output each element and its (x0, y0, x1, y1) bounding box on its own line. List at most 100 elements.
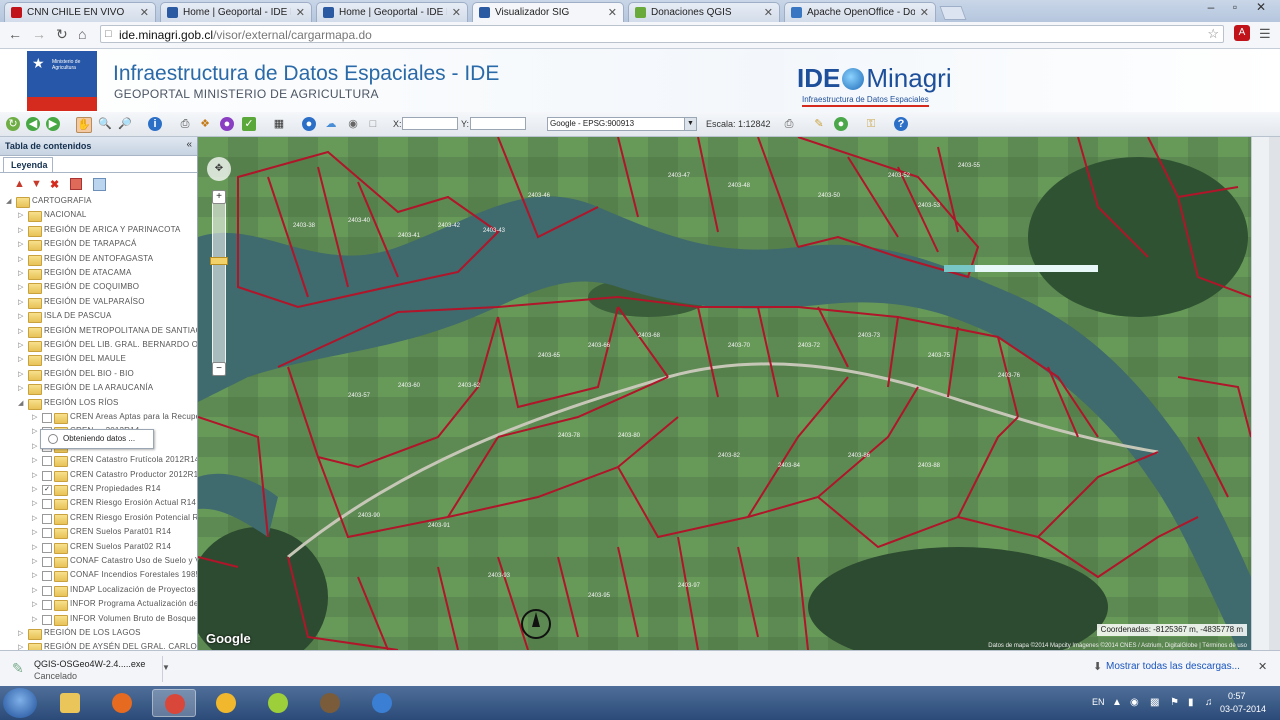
expand-arrow-icon[interactable]: ▷ (32, 557, 37, 565)
expand-arrow-icon[interactable]: ▷ (32, 571, 37, 579)
layer-checkbox[interactable] (42, 413, 52, 423)
refresh-map-icon[interactable]: ↻ (6, 117, 20, 131)
tree-folder-item[interactable]: ▷ REGIÓN DE VALPARAÍSO (0, 296, 197, 310)
expand-arrow-icon[interactable]: ▷ (32, 615, 37, 623)
tree-layer-item[interactable]: ▷ CREN Areas Aptas para la Recuperación (0, 411, 197, 425)
close-icon[interactable]: ✕ (1258, 660, 1267, 673)
zoom-slider[interactable] (212, 193, 226, 375)
tree-layer-item[interactable]: ▷ CREN Catastro Productor 2012R14 (0, 469, 197, 483)
new-tab-button[interactable] (939, 6, 967, 20)
home-icon[interactable]: ⌂ (78, 26, 86, 42)
tree-layer-item[interactable]: ▷ CREN Suelos Parat01 R14 (0, 526, 197, 540)
tray-network-icon[interactable]: ▩ (1150, 697, 1159, 708)
tree-folder-item[interactable]: ▷ REGIÓN DE LOS LAGOS (0, 627, 197, 641)
layer-checkbox[interactable] (42, 456, 52, 466)
marker-icon[interactable]: ● (220, 117, 234, 131)
download-item[interactable]: ✎ QGIS-OSGeo4W-2.4.....exe Cancelado ▼ (4, 656, 170, 682)
browser-tab[interactable]: Donaciones QGIS ✕ (628, 2, 780, 22)
flag-icon[interactable]: ⚑ (1170, 697, 1179, 708)
zoom-out-button[interactable]: − (212, 362, 226, 376)
network-icon[interactable]: ▮ (1188, 697, 1194, 708)
tab-close-icon[interactable]: ✕ (452, 6, 461, 19)
expand-arrow-icon[interactable]: ▷ (32, 427, 37, 435)
tree-folder-item[interactable]: ▷ ISLA DE PASCUA (0, 310, 197, 324)
taskbar-explorer-button[interactable] (48, 689, 92, 717)
tree-folder-item[interactable]: ▷ REGIÓN DEL LIB. GRAL. BERNARDO O'HIGGIN… (0, 339, 197, 353)
tree-folder-item[interactable]: ▷ REGIÓN DEL MAULE (0, 353, 197, 367)
tree-folder-item[interactable]: ▷ REGIÓN DE ATACAMA (0, 267, 197, 281)
print-tool-icon[interactable]: ⎙ (178, 117, 192, 131)
taskbar-paint-button[interactable] (204, 689, 248, 717)
tree-layer-item[interactable]: ▷ CREN Catastro Frutícola 2012R14 (0, 454, 197, 468)
layer-checkbox[interactable] (42, 471, 52, 481)
expand-arrow-icon[interactable]: ▷ (32, 413, 37, 421)
expand-arrow-icon[interactable]: ▷ (32, 471, 37, 479)
expand-arrow-icon[interactable]: ▷ (32, 528, 37, 536)
tab-close-icon[interactable]: ✕ (920, 6, 929, 19)
language-indicator[interactable]: EN (1092, 697, 1105, 707)
collapse-arrow-icon[interactable]: ◢ (6, 197, 11, 205)
browser-tab[interactable]: Home | Geoportal - IDE M ✕ (316, 2, 468, 22)
menu-icon[interactable]: ☰ (1259, 26, 1271, 42)
tree-folder-item[interactable]: ▷ REGIÓN DE LA ARAUCANÍA (0, 382, 197, 396)
tree-layer-item[interactable]: ▷ CONAF Incendios Forestales 1985 (0, 569, 197, 583)
ministry-logo[interactable]: ★ Ministerio de Agricultura (27, 51, 97, 111)
map-viewport[interactable]: 2403-38 2403-40 2403-41 2403-42 2403-43 2403-… (198, 137, 1251, 650)
tree-folder-item[interactable]: ▷ REGIÓN DE TARAPACÁ (0, 238, 197, 252)
taskbar-firefox-button[interactable] (100, 689, 144, 717)
expand-arrow-icon[interactable]: ▷ (18, 312, 23, 320)
zoom-out-tool-icon[interactable]: 🔎 (118, 117, 132, 131)
page-scrollbar[interactable] (1251, 137, 1269, 650)
clear-icon[interactable] (70, 178, 82, 190)
expand-arrow-icon[interactable]: ▷ (18, 240, 23, 248)
tree-folder-item[interactable]: ▷ REGIÓN DE AYSÉN DEL GRAL. CARLOS IBÁÑEZ (0, 641, 197, 650)
tab-close-icon[interactable]: ✕ (764, 6, 773, 19)
chevron-down-icon[interactable]: ▼ (162, 663, 170, 672)
edit-icon[interactable]: ✎ (812, 117, 826, 131)
tree-folder-item[interactable]: ▷ REGIÓN DE COQUIMBO (0, 281, 197, 295)
earth-icon[interactable]: ● (834, 117, 848, 131)
measure-icon[interactable]: ❖ (198, 117, 212, 131)
zoom-in-tool-icon[interactable]: 🔍 (98, 117, 112, 131)
document-icon[interactable]: □ (366, 117, 380, 131)
expand-arrow-icon[interactable]: ▷ (32, 485, 37, 493)
tree-folder-item[interactable]: ▷ REGIÓN METROPOLITANA DE SANTIAGO (0, 325, 197, 339)
info-icon[interactable]: i (148, 117, 162, 131)
tree-folder-item[interactable]: ◢ REGIÓN LOS RÍOS (0, 397, 197, 411)
back-icon[interactable]: ← (8, 26, 22, 42)
move-up-icon[interactable]: ▲ (14, 178, 25, 190)
tray-app-icon[interactable]: ◉ (1130, 697, 1139, 708)
next-view-icon[interactable]: ▶ (46, 117, 60, 131)
tree-root[interactable]: ◢ CARTOGRAFIA (0, 195, 197, 209)
browser-tab[interactable]: CNN CHILE EN VIVO ✕ (4, 2, 156, 22)
layer-checkbox[interactable] (42, 615, 52, 625)
tree-folder-item[interactable]: ▷ NACIONAL (0, 209, 197, 223)
expand-arrow-icon[interactable]: ▷ (18, 283, 23, 291)
map-canvas[interactable]: 2403-38 2403-40 2403-41 2403-42 2403-43 2403-… (198, 137, 1251, 650)
clock-date[interactable]: 03-07-2014 (1220, 704, 1266, 714)
volume-icon[interactable]: ♫ (1205, 697, 1213, 708)
window-maximize-button[interactable]: ▫ (1224, 0, 1246, 18)
tray-arrow-icon[interactable]: ▲ (1112, 697, 1122, 708)
layer-checkbox[interactable] (42, 528, 52, 538)
previous-view-icon[interactable]: ◀ (26, 117, 40, 131)
expand-arrow-icon[interactable]: ▷ (32, 499, 37, 507)
layers-icon[interactable]: ☁ (324, 117, 338, 131)
tab-close-icon[interactable]: ✕ (296, 6, 305, 19)
collapse-icon[interactable]: « (186, 139, 192, 150)
tab-close-icon[interactable]: ✕ (140, 6, 149, 19)
layer-checkbox[interactable] (42, 514, 52, 524)
expand-arrow-icon[interactable]: ▷ (32, 543, 37, 551)
key-icon[interactable]: ⚿ (864, 117, 878, 131)
extension-icon[interactable]: A (1234, 25, 1250, 41)
globe-tool-icon[interactable]: ● (302, 117, 316, 131)
draw-icon[interactable]: ✓ (242, 117, 256, 131)
expand-arrow-icon[interactable]: ▷ (18, 341, 23, 349)
window-close-button[interactable]: ✕ (1250, 0, 1272, 18)
expand-arrow-icon[interactable]: ▷ (32, 442, 37, 450)
expand-arrow-icon[interactable]: ▷ (32, 586, 37, 594)
remove-icon[interactable]: ✖ (50, 178, 59, 191)
zoom-slider-thumb[interactable] (210, 257, 228, 265)
zoom-in-button[interactable]: + (212, 190, 226, 204)
expand-arrow-icon[interactable]: ▷ (18, 384, 23, 392)
